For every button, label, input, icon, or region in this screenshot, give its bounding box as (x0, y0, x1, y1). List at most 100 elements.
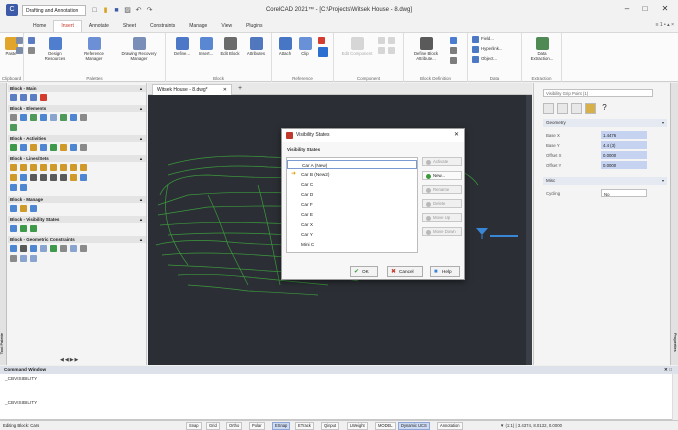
lineset-tool-icon[interactable] (20, 164, 27, 171)
constraint-tool-icon[interactable] (20, 245, 27, 252)
visibility-state-item[interactable]: Car D (287, 190, 417, 199)
delete-block-icon[interactable] (40, 94, 47, 101)
print-icon[interactable]: ▨ (123, 6, 132, 15)
palette-pager[interactable]: ◀◀▶▶ (60, 357, 79, 363)
underlay-icon[interactable] (318, 47, 328, 57)
cut-icon[interactable] (16, 37, 23, 44)
reference-manager-button[interactable]: Reference Manager (78, 37, 110, 61)
lineset-tool-icon[interactable] (40, 174, 47, 181)
command-window[interactable]: _CBVISIBILITY _CBVISIBILITY (0, 374, 678, 420)
tab-annotate[interactable]: Annotate (82, 21, 116, 32)
activity-tool-icon[interactable] (70, 144, 77, 151)
maximize-button[interactable]: □ (638, 4, 652, 13)
collapse-icon[interactable]: ▲ (139, 155, 143, 162)
command-window-controls[interactable]: ✕ □ (664, 366, 672, 374)
activity-tool-icon[interactable] (30, 144, 37, 151)
clip-button[interactable]: Clip (295, 37, 315, 56)
visibility-state-item[interactable]: Car F (287, 200, 417, 209)
toggle-pickadd-icon[interactable] (557, 103, 568, 114)
visibility-tool-icon[interactable] (10, 225, 17, 232)
visibility-state-item[interactable]: Car A (New) (287, 160, 417, 169)
design-resources-button[interactable]: Design Resources (40, 37, 70, 61)
element-tool-icon[interactable] (20, 114, 27, 121)
move-down-button[interactable]: Move Down (422, 227, 462, 236)
property-section-header[interactable]: Misc ▾ (543, 177, 667, 185)
workspace-selector[interactable]: Drafting and Annotation (22, 4, 86, 16)
status-toggle-qinput[interactable]: Qinput (321, 422, 340, 430)
constraint-tool-icon[interactable] (80, 245, 87, 252)
tool-matrix-icon[interactable] (28, 47, 35, 54)
insert-block-button[interactable]: Insert... (194, 37, 218, 56)
element-tool-icon[interactable] (10, 124, 17, 131)
status-toggle-etrack[interactable]: ETrack (295, 422, 314, 430)
manage-tool-icon[interactable] (20, 205, 27, 212)
dialog-title-bar[interactable]: Visibility States ✕ (282, 129, 464, 142)
canvas-scrollbar[interactable] (526, 95, 532, 365)
properties-side-strip[interactable]: Properties (670, 83, 678, 365)
constraint-tool-icon[interactable] (60, 245, 67, 252)
properties-help-icon[interactable]: ? (599, 103, 610, 114)
element-tool-icon[interactable] (70, 114, 77, 121)
block-tool-icon[interactable] (20, 94, 27, 101)
palette-section-header[interactable]: Block - Lines/Sets ▲ (8, 155, 146, 162)
undo-icon[interactable]: ↶ (134, 6, 143, 15)
palette-section-header[interactable]: Block - Elements ▲ (8, 105, 146, 112)
select-objects-icon[interactable] (543, 103, 554, 114)
status-toggle-esnap[interactable]: ESnap (272, 422, 291, 430)
status-toggle-polar[interactable]: Polar (249, 422, 265, 430)
minimize-button[interactable]: – (620, 4, 634, 13)
lineset-tool-icon[interactable] (80, 174, 87, 181)
property-value[interactable]: 0.0000 (601, 151, 647, 159)
status-toggle-grid[interactable]: Grid (206, 422, 220, 430)
lineset-tool-icon[interactable] (70, 164, 77, 171)
hyperlink-button[interactable]: Hyperlink... (472, 46, 520, 53)
adjust-icon[interactable] (318, 37, 325, 44)
edit-block-button[interactable]: Edit Block (218, 37, 242, 56)
manage-tool-icon[interactable] (30, 205, 37, 212)
property-value[interactable]: 0.0000 (601, 161, 647, 169)
element-tool-icon[interactable] (10, 114, 17, 121)
element-tool-icon[interactable] (80, 114, 87, 121)
copy-icon[interactable] (16, 47, 23, 54)
tab-insert[interactable]: Insert (53, 20, 82, 32)
lineset-tool-icon[interactable] (70, 174, 77, 181)
palette-section-header[interactable]: Block - Visibility States ▲ (8, 216, 146, 223)
activity-tool-icon[interactable] (60, 144, 67, 151)
visibility-state-item[interactable]: Car C (287, 180, 417, 189)
status-toggle-lweight[interactable]: LWeight (347, 422, 368, 430)
lineset-tool-icon[interactable] (40, 164, 47, 171)
new-file-icon[interactable]: □ (90, 6, 99, 15)
properties-options-icon[interactable] (585, 103, 596, 114)
visibility-tool-icon[interactable] (30, 225, 37, 232)
palette-section-header[interactable]: Block - Manage ▲ (8, 196, 146, 203)
activate-button[interactable]: Activate (422, 157, 462, 166)
lineset-tool-icon[interactable] (10, 174, 17, 181)
visibility-grip[interactable] (476, 228, 518, 239)
new-button[interactable]: New... (422, 171, 462, 180)
constraint-tool-icon[interactable] (30, 255, 37, 262)
block-tool-icon[interactable] (10, 94, 17, 101)
property-value[interactable]: 4.4 (3) (601, 141, 647, 149)
tab-home[interactable]: Home (26, 21, 53, 32)
visibility-tool-icon[interactable] (20, 225, 27, 232)
close-tab-icon[interactable]: ✕ (223, 87, 227, 93)
collapse-icon[interactable]: ▲ (139, 236, 143, 243)
lineset-tool-icon[interactable] (60, 164, 67, 171)
element-tool-icon[interactable] (60, 114, 67, 121)
collapse-icon[interactable]: ▲ (139, 196, 143, 203)
activity-tool-icon[interactable] (10, 144, 17, 151)
ok-button[interactable]: ✔ OK (350, 266, 378, 277)
activity-tool-icon[interactable] (50, 144, 57, 151)
attribute-sync-icon[interactable] (450, 47, 457, 54)
visibility-state-item[interactable]: Car E (287, 210, 417, 219)
element-tool-icon[interactable] (50, 114, 57, 121)
add-tab-button[interactable]: + (238, 85, 242, 92)
collapse-icon[interactable]: ▲ (139, 135, 143, 142)
collapse-icon[interactable]: ▲ (139, 216, 143, 223)
constraint-tool-icon[interactable] (20, 255, 27, 262)
component-add-icon[interactable] (378, 37, 385, 44)
move-up-button[interactable]: Move Up (422, 213, 462, 222)
tab-manage[interactable]: Manage (182, 21, 214, 32)
tab-plugins[interactable]: Plugins (239, 21, 269, 32)
command-scrollbar[interactable] (672, 374, 678, 420)
